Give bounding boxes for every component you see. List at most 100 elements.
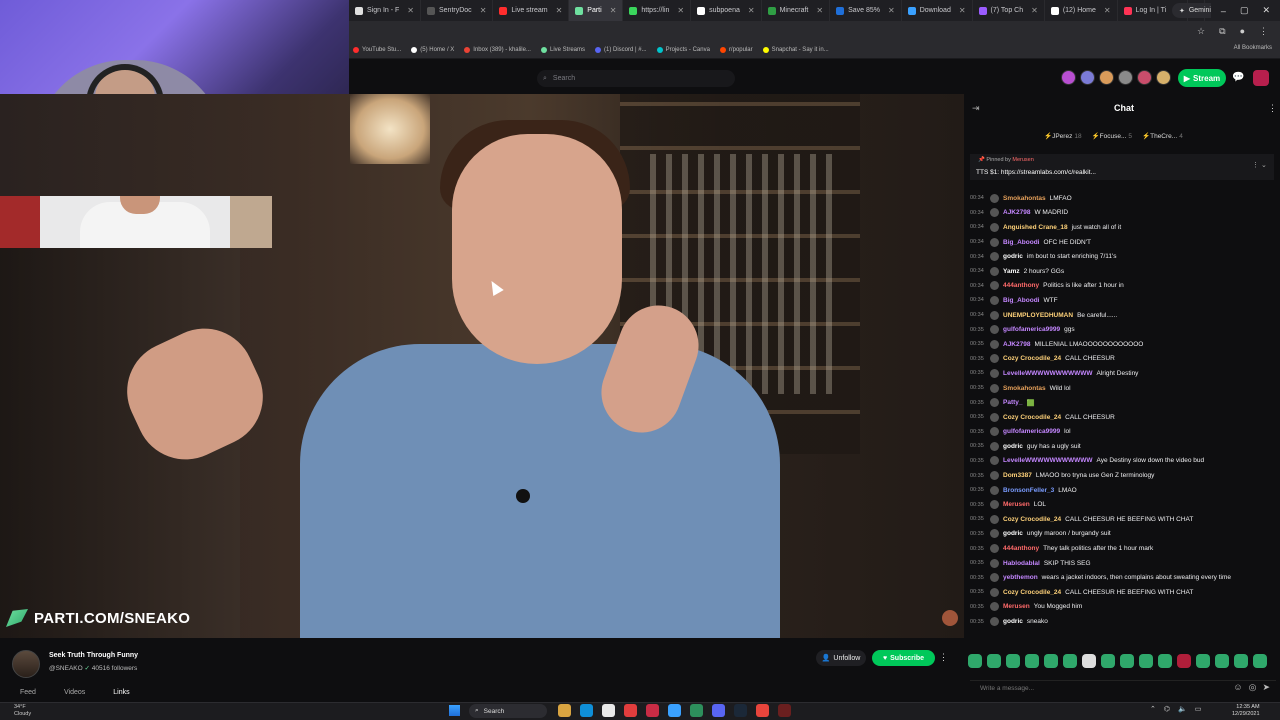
viewer-avatar[interactable] (1156, 70, 1171, 85)
app-icon[interactable] (646, 704, 659, 717)
emote-icon[interactable] (968, 654, 982, 668)
emote-icon[interactable] (1215, 654, 1229, 668)
messages-icon[interactable]: 💬 (1232, 72, 1244, 83)
close-tab-icon[interactable]: ✕ (748, 6, 755, 15)
handle-text[interactable]: @SNEAKO (49, 665, 83, 672)
close-tab-icon[interactable]: ✕ (480, 6, 487, 15)
browser-tab[interactable]: Save 85% ✕ (830, 0, 902, 21)
all-bookmarks[interactable]: All Bookmarks (1234, 45, 1272, 51)
capcut-icon[interactable] (668, 704, 681, 717)
message-username[interactable]: gulfofamerica9999 (1003, 326, 1060, 333)
bookmark-item[interactable]: r/popular (719, 46, 753, 53)
bookmark-item[interactable]: Projects - Canva (656, 46, 710, 53)
stream-button[interactable]: ▶ Stream (1178, 69, 1226, 87)
emote-icon[interactable] (1025, 654, 1039, 668)
message-username[interactable]: LevelleWWWWWWWWWWW (1003, 457, 1093, 464)
message-username[interactable]: Smokahontas (1003, 385, 1046, 392)
edge-icon[interactable] (580, 704, 593, 717)
more-options-icon[interactable]: ⋮ (939, 652, 948, 663)
message-username[interactable]: AJK2798 (1003, 209, 1030, 216)
message-username[interactable]: godric (1003, 443, 1023, 450)
subscribe-button[interactable]: ♥ Subscribe (872, 650, 935, 666)
emote-icon[interactable] (1139, 654, 1153, 668)
emote-icon[interactable] (1158, 654, 1172, 668)
viewer-avatar[interactable] (1080, 70, 1095, 85)
network-icon[interactable]: ⌬ (1164, 705, 1170, 713)
browser-tab[interactable]: subpoena ✕ (691, 0, 762, 21)
taskbar-clock[interactable]: 12:35 AM 12/29/2021 (1232, 704, 1260, 717)
profile-icon[interactable]: ● (1240, 26, 1245, 36)
emote-icon[interactable] (1177, 654, 1191, 668)
message-username[interactable]: gulfofamerica9999 (1003, 428, 1060, 435)
message-username[interactable]: 444anthony (1003, 282, 1039, 289)
viewer-avatar[interactable] (1061, 70, 1076, 85)
file-explorer-icon[interactable] (558, 704, 571, 717)
collapse-chat-icon[interactable]: ⇥ (972, 103, 980, 114)
emote-icon[interactable] (987, 654, 1001, 668)
message-username[interactable]: UNEMPLOYEDHUMAN (1003, 312, 1073, 319)
message-username[interactable]: 444anthony (1003, 545, 1039, 552)
chevron-down-icon[interactable]: ⋮ ⌄ (1252, 161, 1267, 169)
extensions-icon[interactable]: ⧉ (1219, 26, 1225, 37)
opera-icon[interactable] (624, 704, 637, 717)
message-username[interactable]: godric (1003, 618, 1023, 625)
emote-icon[interactable] (1101, 654, 1115, 668)
emote-icon[interactable] (1234, 654, 1248, 668)
message-username[interactable]: Cozy Crocodile_24 (1003, 355, 1061, 362)
browser-tab[interactable]: (7) Top Ch ✕ (973, 0, 1045, 21)
message-username[interactable]: Cozy Crocodile_24 (1003, 516, 1061, 523)
tab-videos[interactable]: Videos (64, 689, 85, 696)
message-username[interactable]: godric (1003, 530, 1023, 537)
maximize-icon[interactable]: ▢ (1240, 5, 1249, 16)
message-username[interactable]: Merusen (1003, 501, 1030, 508)
top-chatter[interactable]: ⚡TheCre... 4 (1142, 132, 1183, 140)
chevron-up-icon[interactable]: ⌃ (1150, 705, 1156, 713)
discord-icon[interactable] (712, 704, 725, 717)
pinned-text[interactable]: TTS $1: https://streamlabs.com/c/realkit… (976, 169, 1096, 176)
minimize-icon[interactable]: – (1221, 6, 1226, 16)
message-username[interactable]: Big_Aboodi (1003, 239, 1039, 246)
chat-menu-icon[interactable]: ⋮ (1268, 103, 1277, 114)
close-tab-icon[interactable]: ✕ (556, 6, 563, 15)
message-username[interactable]: Cozy Crocodile_24 (1003, 414, 1061, 421)
streamer-avatar[interactable] (12, 650, 40, 678)
emote-icon[interactable] (1253, 654, 1267, 668)
windows-start-icon[interactable] (449, 705, 460, 716)
bookmark-item[interactable]: (5) Home / X (411, 46, 454, 53)
excel-icon[interactable] (690, 704, 703, 717)
message-username[interactable]: BronsonFeller_3 (1003, 487, 1054, 494)
weather-widget[interactable]: 34°F Cloudy (14, 704, 31, 717)
viewer-avatar[interactable] (1137, 70, 1152, 85)
message-username[interactable]: Patty_ (1003, 399, 1023, 406)
bookmark-item[interactable]: (1) Discord | #... (595, 46, 647, 53)
browser-tab[interactable]: Live stream ✕ (493, 0, 570, 21)
message-username[interactable]: Cozy Crocodile_24 (1003, 589, 1061, 596)
emote-icon[interactable] (1082, 654, 1096, 668)
volume-icon[interactable]: 🔈 (1178, 705, 1187, 713)
chrome-icon[interactable] (756, 704, 769, 717)
taskbar-search[interactable]: ⌕ Search (469, 704, 547, 718)
tab-feed[interactable]: Feed (20, 689, 36, 696)
message-username[interactable]: Dom3387 (1003, 472, 1032, 479)
emote-icon[interactable] (1063, 654, 1077, 668)
close-window-icon[interactable]: ✕ (1262, 5, 1270, 16)
message-username[interactable]: godric (1003, 253, 1023, 260)
browser-tab[interactable]: https://lin ✕ (623, 0, 692, 21)
video-player[interactable] (0, 94, 964, 638)
browser-tab[interactable]: Parti ✕ (569, 0, 624, 21)
bookmark-item[interactable]: Live Streams (540, 46, 585, 53)
close-tab-icon[interactable]: ✕ (816, 6, 823, 15)
steam-icon[interactable] (734, 704, 747, 717)
browser-tab[interactable]: Download ✕ (902, 0, 973, 21)
message-username[interactable]: Merusen (1003, 603, 1030, 610)
close-tab-icon[interactable]: ✕ (677, 6, 684, 15)
browser-tab[interactable]: SentryDoc ✕ (421, 0, 494, 21)
user-avatar[interactable] (1253, 70, 1269, 86)
emote-icon[interactable] (1044, 654, 1058, 668)
browser-menu-icon[interactable]: ⋮ (1259, 26, 1268, 37)
top-chatter[interactable]: ⚡Focuse... 5 (1092, 132, 1132, 140)
message-username[interactable]: LevelleWWWWWWWWWWW (1003, 370, 1093, 377)
close-tab-icon[interactable]: ✕ (610, 6, 617, 15)
message-username[interactable]: Hablodablal (1003, 560, 1040, 567)
battery-icon[interactable]: ▭ (1195, 705, 1202, 713)
